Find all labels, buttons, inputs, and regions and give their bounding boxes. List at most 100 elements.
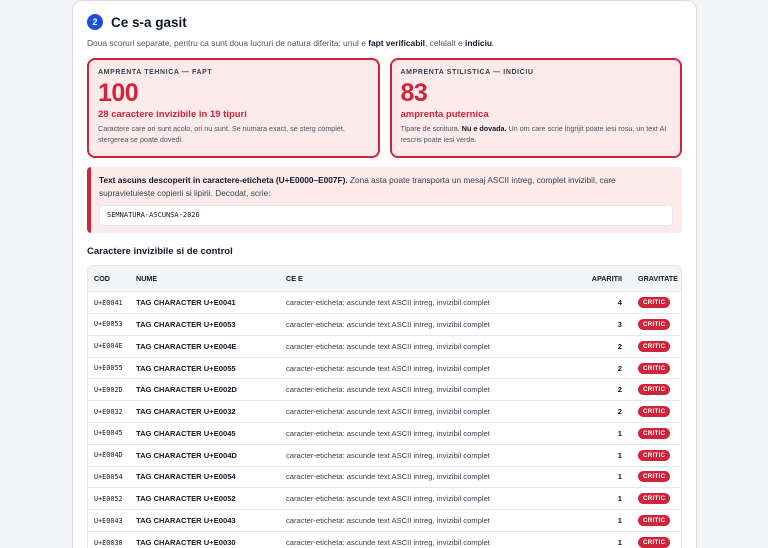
severity-badge: CRITIC [638,493,671,505]
char-name-cell: TAG CHARACTER U+E0030 [136,538,236,548]
metric-score: 83 [400,79,428,107]
subtitle-text: Doua scoruri separate, pentru ca sunt do… [87,38,369,48]
char-code-cell: U+E002D [94,385,123,394]
char-code-cell: U+E0053 [94,320,123,329]
subtitle-emphasis-fact: fapt verificabil [368,38,425,48]
char-description-cell: caracter-eticheta: ascunde text ASCII in… [286,385,490,395]
table-header-row: COD NUME CE E APARITII GRAVITATE [88,265,681,292]
char-description-cell: caracter-eticheta: ascunde text ASCII in… [286,319,490,329]
section-title: Ce s-a gasit [111,14,187,30]
char-description-cell: caracter-eticheta: ascunde text ASCII in… [286,407,490,417]
subtitle-text: . [492,38,495,48]
metric-description-text: Tipare de scriitura. [400,124,462,133]
occurrence-count-cell: 1 [617,450,622,460]
table-row: U+E004D TAG CHARACTER U+E004D caracter-eti… [88,444,681,466]
char-code-cell: U+E0030 [94,538,123,547]
column-header-description: CE E [286,273,303,283]
subtitle-emphasis-clue: indiciu [465,38,493,48]
table-row: U+E0030 TAG CHARACTER U+E0030 caracter-eti… [88,531,681,548]
char-description-cell: caracter-eticheta: ascunde text ASCII in… [286,538,490,548]
char-code-cell: U+E0054 [94,472,123,481]
char-code-cell: U+E004D [94,451,123,460]
column-header-name: NUME [136,273,158,283]
occurrence-count-cell: 1 [617,494,622,504]
hidden-text-alert: Text ascuns descoperit in caractere-etic… [87,167,682,233]
occurrence-count-cell: 2 [617,341,622,351]
char-code-cell: U+E004E [94,342,123,351]
char-name-cell: TAG CHARACTER U+E0043 [136,516,236,526]
decoded-text-box[interactable]: SEMNATURA-ASCUNSA-2026 [99,204,673,226]
severity-cell: CRITIC [632,510,681,532]
severity-cell: CRITIC [632,423,681,445]
metric-label: AMPRENTA TEHNICA — FAPT [98,69,213,76]
table-row: U+E0045 TAG CHARACTER U+E0045 caracter-eti… [88,422,681,445]
severity-badge: CRITIC [638,537,671,548]
metric-description: Tipare de scriitura. Nu e dovada. Un om … [401,124,672,146]
table-row: U+E0053 TAG CHARACTER U+E0053 caracter-eti… [88,313,681,336]
table-row: U+E0052 TAG CHARACTER U+E0052 caracter-eti… [88,487,681,510]
table-row: U+E0043 TAG CHARACTER U+E0043 caracter-eti… [88,509,681,532]
char-description-cell: caracter-eticheta: ascunde text ASCII in… [286,494,490,504]
occurrence-count-cell: 1 [617,516,622,526]
char-description-cell: caracter-eticheta: ascunde text ASCII in… [286,298,490,308]
char-code-cell: U+E0043 [94,516,123,525]
char-code-cell: U+E0045 [94,429,123,438]
subtitle-text: , celalalt e [424,38,466,48]
char-code-cell: U+E0052 [94,494,123,503]
char-description-cell: caracter-eticheta: ascunde text ASCII in… [286,450,490,460]
char-name-cell: TAG CHARACTER U+E0053 [136,319,236,329]
occurrence-count-cell: 1 [617,538,622,548]
severity-cell: CRITIC [632,401,681,423]
severity-cell: CRITIC [632,335,681,357]
severity-badge: CRITIC [638,515,671,527]
metric-description: Caractere care ori sunt acolo, ori nu su… [98,124,345,144]
metric-headline: 28 caractere invizibile in 19 tipuri [98,109,247,120]
severity-badge: CRITIC [638,449,671,461]
table-row: U+E0032 TAG CHARACTER U+E0032 caracter-eti… [88,400,681,423]
metric-headline: amprenta puternica [400,109,489,120]
severity-badge: CRITIC [638,384,671,396]
column-header-count: APARITII [591,273,622,283]
char-name-cell: TAG CHARACTER U+E0032 [136,407,236,417]
alert-message: Text ascuns descoperit in caractere-etic… [99,174,673,200]
table-row: U+E0054 TAG CHARACTER U+E0054 caracter-eti… [88,466,681,488]
occurrence-count-cell: 4 [617,298,622,308]
section-subtitle: Doua scoruri separate, pentru ca sunt do… [87,38,682,48]
severity-badge: CRITIC [638,297,671,309]
char-name-cell: TAG CHARACTER U+E0045 [136,428,236,438]
metric-label: AMPRENTA STILISTICA — INDICIU [400,69,534,76]
char-description-cell: caracter-eticheta: ascunde text ASCII in… [286,472,490,482]
char-name-cell: TAG CHARACTER U+E0052 [136,494,236,504]
occurrence-count-cell: 1 [617,472,622,482]
char-name-cell: TAG CHARACTER U+E002D [136,385,237,395]
severity-cell: CRITIC [632,357,681,379]
severity-cell: CRITIC [632,444,681,466]
char-description-cell: caracter-eticheta: ascunde text ASCII in… [286,363,490,373]
severity-badge: CRITIC [638,427,671,439]
severity-cell: CRITIC [632,466,681,488]
severity-cell: CRITIC [632,531,681,548]
findings-card: 2 Ce s-a gasit Doua scoruri separate, pe… [72,0,697,548]
column-header-code: COD [94,273,110,283]
char-name-cell: TAG CHARACTER U+E0054 [136,472,236,482]
table-title: Caractere invizibile si de control [87,245,233,257]
occurrence-count-cell: 1 [617,428,622,438]
severity-cell: CRITIC [632,379,681,401]
table-row: U+E002D TAG CHARACTER U+E002D caracter-eti… [88,378,681,401]
alert-title: Text ascuns descoperit in caractere-etic… [99,175,348,185]
char-name-cell: TAG CHARACTER U+E0041 [136,298,236,308]
severity-badge: CRITIC [638,340,671,352]
char-description-cell: caracter-eticheta: ascunde text ASCII in… [286,341,490,351]
table-row: U+E004E TAG CHARACTER U+E004E caracter-eti… [88,335,681,357]
char-name-cell: TAG CHARACTER U+E004E [136,341,237,351]
metric-score: 100 [98,79,139,107]
step-number-badge: 2 [87,14,103,30]
stylistic-fingerprint-card: AMPRENTA STILISTICA — INDICIU 83 amprent… [389,58,682,158]
occurrence-count-cell: 2 [617,407,622,417]
occurrence-count-cell: 2 [617,363,622,373]
occurrence-count-cell: 2 [617,385,622,395]
severity-cell: CRITIC [632,292,681,314]
severity-cell: CRITIC [632,488,681,510]
section-header: 2 Ce s-a gasit [87,14,682,30]
table-row: U+E0041 TAG CHARACTER U+E0041 caracter-eti… [88,291,681,314]
